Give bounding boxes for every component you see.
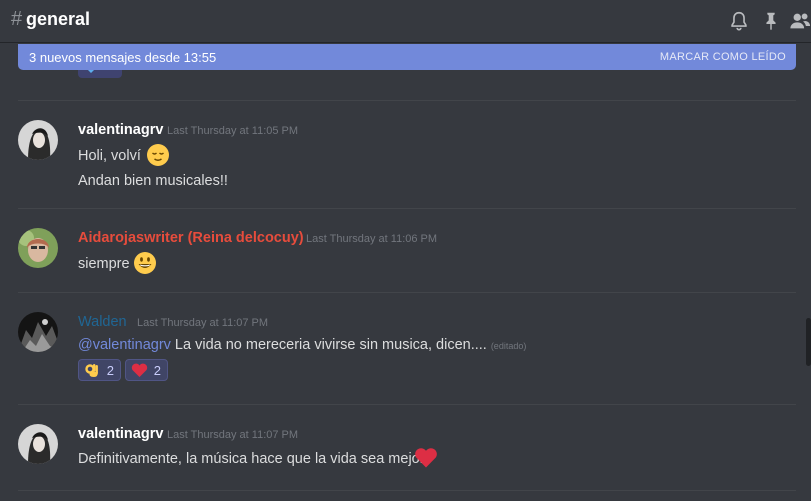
message-divider [18, 404, 796, 405]
avatar[interactable] [18, 228, 58, 268]
bell-icon[interactable] [728, 10, 750, 32]
message-timestamp: Last Thursday at 11:07 PM [167, 429, 299, 441]
reaction-red-heart[interactable]: 2 [125, 359, 168, 381]
message-text: Andan bien musicales!! [78, 173, 228, 189]
avatar[interactable] [18, 120, 58, 160]
message-divider [18, 208, 796, 209]
message-body: La vida no mereceria vivirse sin musica,… [170, 337, 487, 353]
message-text: @valentinagrv La vida no mereceria vivir… [78, 337, 526, 353]
new-messages-text: 3 nuevos mensajes desde 13:55 [29, 50, 217, 65]
mark-as-read-button[interactable]: MARCAR COMO LEÍDO [660, 51, 786, 63]
message-divider [18, 100, 796, 101]
message-text: siempre [78, 256, 130, 272]
edited-label: (editado) [490, 341, 527, 351]
message-timestamp: Last Thursday at 11:06 PM [306, 233, 438, 245]
scrollbar-thumb[interactable] [806, 318, 811, 366]
channel-header: # general [0, 0, 811, 42]
channel-name: general [26, 9, 91, 29]
message-timestamp: Last Thursday at 11:07 PM [137, 317, 269, 329]
reaction-count: 2 [153, 363, 161, 378]
message-divider [18, 490, 796, 491]
grinning-face-emoji [134, 252, 156, 274]
message-divider [18, 292, 796, 293]
message-author[interactable]: Aidarojaswriter (Reina delcocuy) [78, 230, 304, 246]
user-mention[interactable]: @valentinagrv [78, 337, 171, 353]
avatar[interactable] [18, 424, 58, 464]
message-timestamp: Last Thursday at 11:05 PM [167, 125, 299, 137]
ok-hand-emoji [85, 364, 98, 377]
avatar[interactable] [18, 312, 58, 352]
red-heart-emoji [131, 363, 148, 377]
pin-icon[interactable] [760, 10, 782, 32]
message-text: Definitivamente, la música hace que la v… [78, 451, 425, 467]
reaction-ok-hand[interactable]: 2 [78, 359, 121, 381]
message-author[interactable]: valentinagrv [78, 426, 163, 442]
new-messages-banner[interactable]: 3 nuevos mensajes desde 13:55 MARCAR COM… [18, 44, 796, 70]
channel-hash-icon: # [11, 8, 23, 30]
relieved-face-emoji [147, 144, 169, 166]
message-text: Holi, volví [78, 148, 141, 164]
reaction-count: 2 [106, 363, 114, 378]
red-heart-emoji [415, 448, 437, 468]
members-icon[interactable] [789, 10, 811, 32]
message-author[interactable]: valentinagrv [78, 122, 163, 138]
message-author[interactable]: Walden [78, 314, 127, 330]
